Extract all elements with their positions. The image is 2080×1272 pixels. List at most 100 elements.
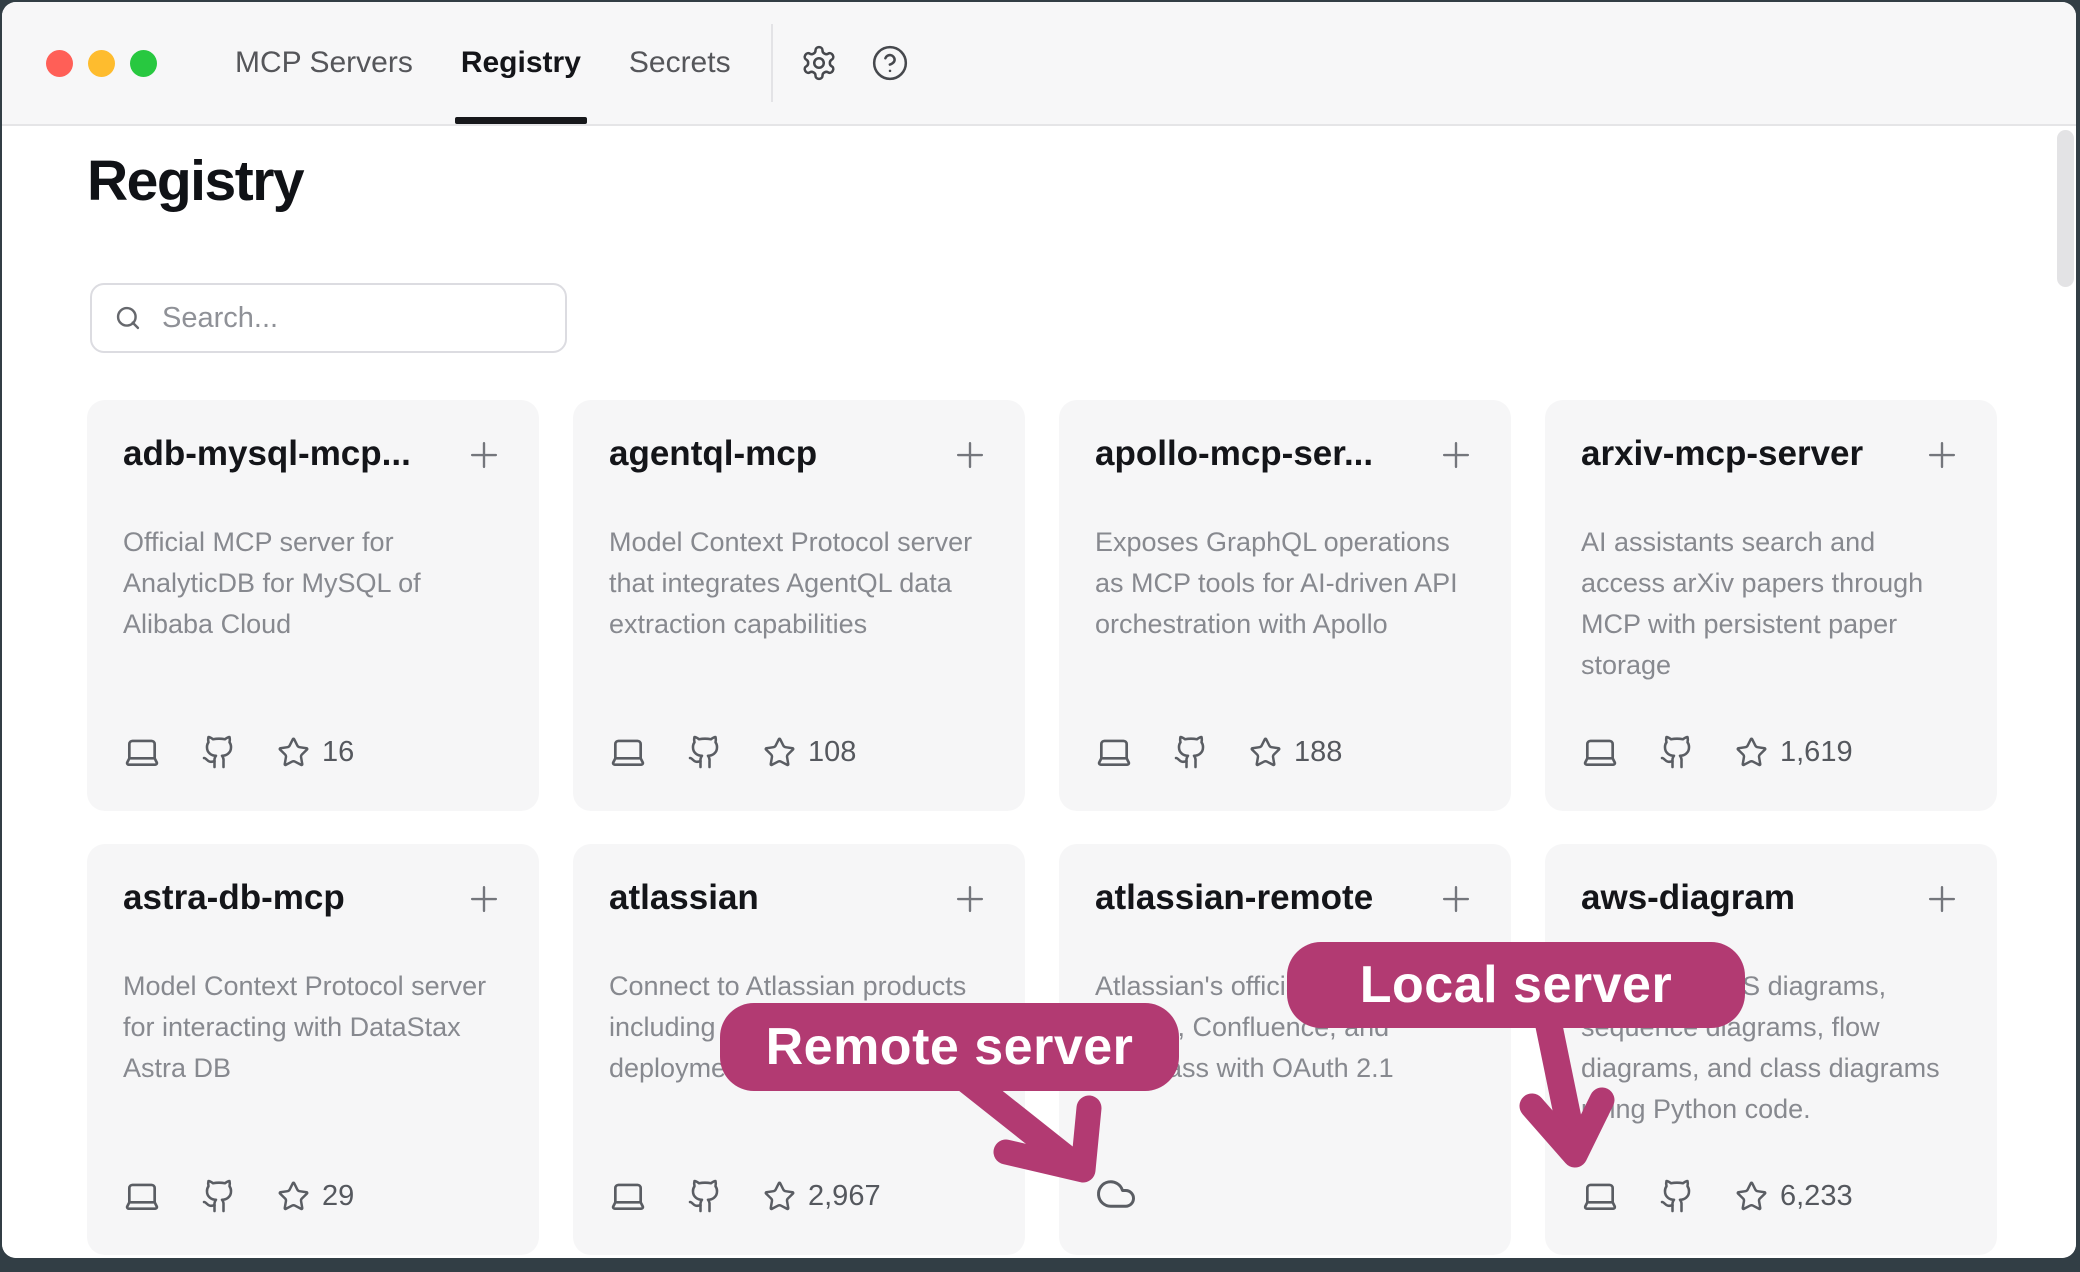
local-server-laptop-icon xyxy=(609,1177,647,1215)
github-stars: 16 xyxy=(277,736,354,769)
server-name: arxiv-mcp-server xyxy=(1581,434,1863,474)
card-header: atlassian-remote xyxy=(1095,878,1475,918)
local-server-laptop-icon xyxy=(123,733,161,771)
search-input[interactable] xyxy=(160,301,565,336)
star-icon xyxy=(1735,1180,1768,1213)
scrollbar-thumb[interactable] xyxy=(2057,130,2074,287)
local-server-laptop-icon xyxy=(1581,1177,1619,1215)
card-header: astra-db-mcp xyxy=(123,878,503,918)
server-name: atlassian-remote xyxy=(1095,878,1373,918)
remote-server-cloud-icon xyxy=(1095,1173,1137,1215)
local-server-laptop-icon xyxy=(1095,733,1133,771)
github-stars: 29 xyxy=(277,1180,354,1213)
star-count: 2,967 xyxy=(808,1180,881,1213)
card-header: apollo-mcp-ser... xyxy=(1095,434,1475,474)
tab-mcp-servers[interactable]: MCP Servers xyxy=(235,2,413,124)
star-count: 1,619 xyxy=(1780,736,1853,769)
local-server-laptop-icon xyxy=(123,1177,161,1215)
server-description: Official MCP server for AnalyticDB for M… xyxy=(123,522,503,645)
page-title: Registry xyxy=(87,148,303,214)
tab-secrets[interactable]: Secrets xyxy=(629,2,731,124)
window-controls xyxy=(46,50,157,77)
github-repo-icon[interactable] xyxy=(201,734,237,770)
star-icon xyxy=(763,736,796,769)
github-repo-icon[interactable] xyxy=(687,1178,723,1214)
callout-local-server: Local server xyxy=(1287,942,1745,1028)
card-header: adb-mysql-mcp... xyxy=(123,434,503,474)
card-footer: 29 xyxy=(123,1177,503,1215)
card-header: aws-diagram xyxy=(1581,878,1961,918)
server-card-grid: adb-mysql-mcp... Official MCP server for… xyxy=(87,400,1997,1255)
card-footer xyxy=(1095,1173,1475,1215)
add-server-icon[interactable] xyxy=(1923,436,1961,474)
add-server-icon[interactable] xyxy=(1437,436,1475,474)
search-box[interactable] xyxy=(90,283,567,353)
callout-remote-server: Remote server xyxy=(720,1003,1179,1091)
main-tabs: MCP Servers Registry Secrets xyxy=(235,2,731,124)
server-card[interactable]: astra-db-mcp Model Context Protocol serv… xyxy=(87,844,539,1255)
server-name: apollo-mcp-ser... xyxy=(1095,434,1373,474)
card-footer: 16 xyxy=(123,733,503,771)
github-repo-icon[interactable] xyxy=(1659,1178,1695,1214)
server-name: astra-db-mcp xyxy=(123,878,345,918)
server-name: adb-mysql-mcp... xyxy=(123,434,411,474)
star-icon xyxy=(277,736,310,769)
title-bar: MCP Servers Registry Secrets xyxy=(2,2,2076,126)
card-footer: 108 xyxy=(609,733,989,771)
github-repo-icon[interactable] xyxy=(201,1178,237,1214)
server-card[interactable]: apollo-mcp-ser... Exposes GraphQL operat… xyxy=(1059,400,1511,811)
minimize-window-button[interactable] xyxy=(88,50,115,77)
help-icon[interactable] xyxy=(871,44,909,82)
star-count: 6,233 xyxy=(1780,1180,1853,1213)
star-icon xyxy=(1735,736,1768,769)
star-count: 188 xyxy=(1294,736,1342,769)
settings-gear-icon[interactable] xyxy=(800,44,838,82)
star-count: 108 xyxy=(808,736,856,769)
github-repo-icon[interactable] xyxy=(1659,734,1695,770)
add-server-icon[interactable] xyxy=(465,436,503,474)
server-card[interactable]: adb-mysql-mcp... Official MCP server for… xyxy=(87,400,539,811)
server-name: aws-diagram xyxy=(1581,878,1795,918)
local-server-laptop-icon xyxy=(609,733,647,771)
tab-registry[interactable]: Registry xyxy=(461,2,581,124)
card-footer: 2,967 xyxy=(609,1177,989,1215)
github-stars: 188 xyxy=(1249,736,1342,769)
card-header: arxiv-mcp-server xyxy=(1581,434,1961,474)
star-icon xyxy=(1249,736,1282,769)
local-server-laptop-icon xyxy=(1581,733,1619,771)
add-server-icon[interactable] xyxy=(951,436,989,474)
github-repo-icon[interactable] xyxy=(1173,734,1209,770)
card-footer: 6,233 xyxy=(1581,1177,1961,1215)
server-description: AI assistants search and access arXiv pa… xyxy=(1581,522,1961,686)
add-server-icon[interactable] xyxy=(1437,880,1475,918)
titlebar-divider xyxy=(771,24,773,102)
server-description: Model Context Protocol server that integ… xyxy=(609,522,989,645)
card-footer: 188 xyxy=(1095,733,1475,771)
server-description: Model Context Protocol server for intera… xyxy=(123,966,503,1089)
star-count: 29 xyxy=(322,1180,354,1213)
card-header: agentql-mcp xyxy=(609,434,989,474)
add-server-icon[interactable] xyxy=(465,880,503,918)
add-server-icon[interactable] xyxy=(1923,880,1961,918)
close-window-button[interactable] xyxy=(46,50,73,77)
zoom-window-button[interactable] xyxy=(130,50,157,77)
github-stars: 2,967 xyxy=(763,1180,881,1213)
search-icon xyxy=(114,304,142,332)
server-name: atlassian xyxy=(609,878,759,918)
server-name: agentql-mcp xyxy=(609,434,817,474)
server-card[interactable]: agentql-mcp Model Context Protocol serve… xyxy=(573,400,1025,811)
star-count: 16 xyxy=(322,736,354,769)
server-card[interactable]: aws-diagram Generate AWS diagrams, seque… xyxy=(1545,844,1997,1255)
github-stars: 1,619 xyxy=(1735,736,1853,769)
github-stars: 6,233 xyxy=(1735,1180,1853,1213)
server-card[interactable]: arxiv-mcp-server AI assistants search an… xyxy=(1545,400,1997,811)
server-description: Exposes GraphQL operations as MCP tools … xyxy=(1095,522,1475,645)
card-footer: 1,619 xyxy=(1581,733,1961,771)
star-icon xyxy=(763,1180,796,1213)
star-icon xyxy=(277,1180,310,1213)
add-server-icon[interactable] xyxy=(951,880,989,918)
card-header: atlassian xyxy=(609,878,989,918)
github-repo-icon[interactable] xyxy=(687,734,723,770)
desktop-background: MCP Servers Registry Secrets Registry adb-… xyxy=(0,0,2080,1272)
github-stars: 108 xyxy=(763,736,856,769)
